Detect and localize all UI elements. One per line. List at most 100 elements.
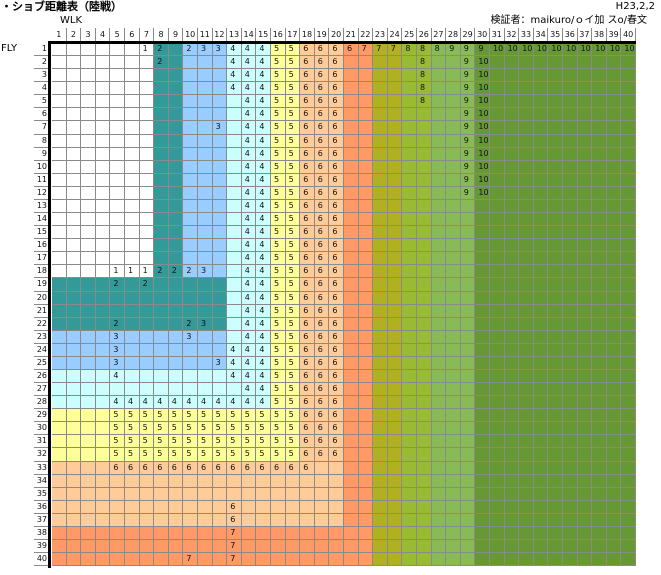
table-cell[interactable] (66, 513, 82, 527)
table-cell[interactable]: 5 (271, 69, 286, 83)
table-cell[interactable]: 4 (241, 186, 257, 200)
table-cell[interactable] (198, 69, 213, 83)
table-cell[interactable] (212, 56, 228, 70)
table-cell[interactable]: 6 (300, 291, 315, 305)
table-cell[interactable] (110, 513, 125, 527)
table-cell[interactable] (183, 370, 198, 384)
table-cell[interactable]: 4 (110, 370, 125, 384)
table-cell[interactable] (66, 540, 82, 554)
table-cell[interactable] (110, 252, 125, 266)
table-cell[interactable] (417, 422, 432, 436)
table-cell[interactable] (183, 213, 198, 227)
table-cell[interactable]: 7 (387, 43, 403, 57)
table-cell[interactable]: 5 (256, 448, 271, 462)
table-cell[interactable]: 6 (256, 461, 271, 475)
table-cell[interactable] (621, 409, 636, 423)
table-cell[interactable] (577, 173, 593, 187)
table-cell[interactable] (577, 226, 593, 240)
table-cell[interactable] (139, 108, 155, 122)
table-cell[interactable]: 5 (271, 370, 286, 384)
table-cell[interactable] (183, 95, 198, 109)
table-cell[interactable] (519, 343, 534, 357)
table-cell[interactable] (95, 487, 111, 501)
table-cell[interactable] (110, 82, 125, 96)
table-cell[interactable] (460, 265, 476, 279)
table-cell[interactable]: 6 (314, 95, 330, 109)
table-cell[interactable] (52, 553, 67, 567)
table-cell[interactable] (52, 474, 67, 488)
table-cell[interactable] (504, 173, 520, 187)
table-cell[interactable] (110, 474, 125, 488)
table-cell[interactable]: 10 (475, 121, 490, 135)
table-cell[interactable] (402, 356, 417, 370)
table-cell[interactable] (446, 226, 461, 240)
table-cell[interactable] (168, 278, 184, 292)
table-cell[interactable] (446, 147, 461, 161)
table-cell[interactable] (548, 69, 563, 83)
table-cell[interactable]: 4 (256, 370, 271, 384)
table-cell[interactable] (81, 252, 96, 266)
table-cell[interactable]: 6 (344, 43, 359, 57)
table-cell[interactable] (198, 553, 213, 567)
table-cell[interactable] (563, 461, 578, 475)
table-cell[interactable]: 6 (300, 461, 315, 475)
table-cell[interactable]: 6 (300, 56, 315, 70)
table-cell[interactable] (563, 370, 578, 384)
table-cell[interactable] (52, 513, 67, 527)
table-cell[interactable] (358, 526, 374, 541)
table-cell[interactable] (504, 526, 520, 541)
table-cell[interactable] (606, 82, 622, 96)
table-cell[interactable] (212, 82, 228, 96)
table-cell[interactable] (139, 239, 155, 253)
table-cell[interactable] (227, 487, 242, 501)
table-cell[interactable]: 5 (110, 422, 125, 436)
table-cell[interactable] (533, 383, 549, 397)
table-cell[interactable] (577, 160, 593, 174)
table-cell[interactable] (519, 265, 534, 279)
table-cell[interactable] (95, 121, 111, 135)
table-cell[interactable] (490, 448, 505, 462)
table-cell[interactable] (285, 526, 301, 541)
table-cell[interactable] (212, 278, 228, 292)
table-cell[interactable]: 8 (417, 69, 432, 83)
table-cell[interactable] (81, 370, 96, 384)
table-cell[interactable] (81, 43, 96, 57)
table-cell[interactable] (533, 409, 549, 423)
table-cell[interactable]: 2 (154, 56, 169, 70)
table-cell[interactable] (52, 317, 67, 331)
table-cell[interactable] (198, 304, 213, 318)
table-cell[interactable] (402, 278, 417, 292)
table-cell[interactable] (95, 383, 111, 397)
table-cell[interactable] (227, 95, 242, 109)
table-cell[interactable] (387, 173, 403, 187)
table-cell[interactable] (52, 448, 67, 462)
table-cell[interactable]: 4 (227, 82, 242, 96)
table-cell[interactable] (168, 330, 184, 344)
table-cell[interactable] (168, 239, 184, 253)
table-cell[interactable] (490, 173, 505, 187)
table-cell[interactable] (212, 265, 228, 279)
table-cell[interactable] (373, 409, 388, 423)
table-cell[interactable] (81, 265, 96, 279)
table-cell[interactable] (95, 186, 111, 200)
table-cell[interactable] (81, 487, 96, 501)
table-cell[interactable] (548, 383, 563, 397)
table-cell[interactable] (548, 422, 563, 436)
table-cell[interactable] (358, 252, 374, 266)
table-cell[interactable] (358, 487, 374, 501)
table-cell[interactable]: 6 (212, 461, 228, 475)
table-cell[interactable] (168, 213, 184, 227)
table-cell[interactable] (548, 108, 563, 122)
table-cell[interactable] (139, 343, 155, 357)
table-cell[interactable] (183, 252, 198, 266)
table-cell[interactable] (431, 500, 447, 514)
table-cell[interactable] (373, 383, 388, 397)
table-cell[interactable] (417, 317, 432, 331)
table-cell[interactable]: 5 (271, 252, 286, 266)
table-cell[interactable]: 5 (271, 383, 286, 397)
table-cell[interactable] (212, 330, 228, 344)
table-cell[interactable] (519, 160, 534, 174)
table-cell[interactable] (446, 173, 461, 187)
table-cell[interactable] (387, 199, 403, 214)
table-cell[interactable] (548, 526, 563, 541)
